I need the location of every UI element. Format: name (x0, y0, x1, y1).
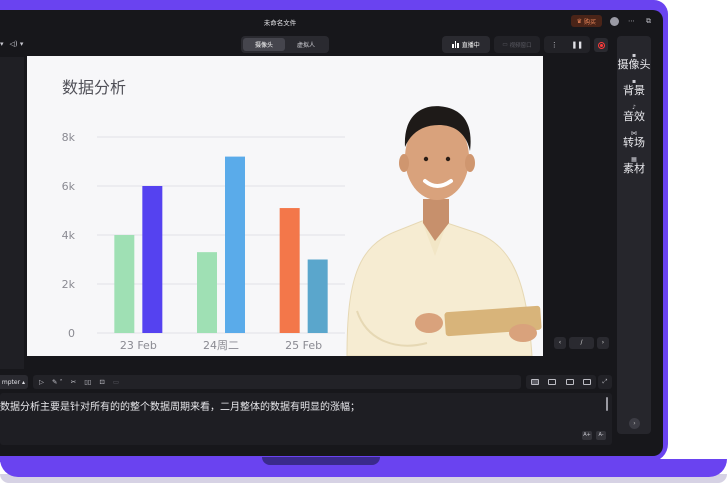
right-panel: ▪ 摄像头 ▪ 背景 ♪ 音效 ⋈ 转场 ▦ 素材 › (617, 36, 651, 434)
page-navigator: ‹ / › (554, 337, 609, 349)
side-menu-camera[interactable]: ▪ 摄像头 (617, 53, 651, 72)
side-menu-label: 音效 (623, 110, 645, 123)
layout-switcher (526, 375, 596, 389)
side-menu-label: 背景 (623, 84, 645, 97)
x-tick-label: 24周二 (203, 339, 239, 352)
side-menu-transition[interactable]: ⋈ 转场 (617, 131, 651, 150)
chevron-down-icon[interactable]: ▾ (0, 40, 4, 48)
font-size-controls: A+ A- (582, 431, 606, 440)
chart-title: 数据分析 (62, 78, 127, 97)
window-restore-icon[interactable]: ⧉ (644, 17, 653, 26)
crop-icon[interactable]: ⊡ (99, 378, 104, 386)
pip-label: 视频窗口 (509, 42, 532, 49)
top-toolbar: ▾ ◁) ▾ 摄像头 虚拟人 直播中 ▭ 视频窗口 ⋮ ❚❚ (0, 36, 612, 58)
expand-icon[interactable]: ⤢ (598, 375, 612, 389)
speaker-icon[interactable]: ◁) ▾ (10, 40, 24, 48)
pip-icon: ▭ (502, 41, 508, 48)
chart-bar (114, 235, 135, 333)
y-tick-label: 6k (62, 180, 76, 193)
pointer-icon[interactable]: ▷ (39, 378, 44, 386)
layout-full-icon[interactable] (530, 379, 539, 385)
side-menu-label: 转场 (623, 136, 645, 149)
tab-virtual-human[interactable]: 虚拟人 (285, 38, 327, 51)
prev-page-button[interactable]: ‹ (554, 337, 566, 349)
crown-icon: ♛ (576, 17, 582, 25)
more-vertical-icon[interactable]: ⋮ (551, 41, 558, 49)
app-window: 未命名文件 ♛ 购买 ⋯ ⧉ ▾ ◁) ▾ 摄像头 虚拟人 直播中 ▭ 视频窗口… (0, 10, 663, 456)
pip-button[interactable]: ▭ 视频窗口 (494, 36, 540, 53)
prompter-label: mpter (1, 378, 21, 386)
avatar[interactable] (610, 16, 619, 26)
prompter-text-area[interactable]: 数据分析主要是针对所有的的整个数据周期来看，二月整体的数据有明显的涨幅； A+ … (0, 393, 612, 445)
record-button[interactable] (594, 38, 608, 52)
record-icon (597, 41, 605, 49)
laptop-notch (262, 457, 380, 465)
layout-split-icon[interactable] (548, 379, 557, 385)
title-bar-actions: ♛ 购买 ⋯ ⧉ (570, 15, 653, 27)
x-tick-label: 23 Feb (120, 339, 157, 352)
chart-bar (279, 208, 300, 333)
live-label: 直播中 (461, 42, 480, 49)
chart-bar (142, 186, 163, 333)
side-menu-assets[interactable]: ▦ 素材 (617, 157, 651, 176)
caret-up-icon: ▴ (20, 378, 25, 386)
live-button[interactable]: 直播中 (442, 36, 490, 53)
y-tick-label: 0 (68, 327, 75, 340)
y-tick-label: 4k (62, 229, 76, 242)
x-tick-label: 25 Feb (285, 339, 322, 352)
font-increase-button[interactable]: A+ (582, 431, 592, 440)
preview-canvas: 0 2k 4k 6k 8k 23 Feb 24周二 25 Feb 数据分析 (27, 56, 543, 356)
y-tick-label: 8k (62, 131, 76, 144)
title-bar: 未命名文件 ♛ 购买 ⋯ ⧉ (0, 10, 663, 34)
chart-bar (225, 156, 245, 333)
layout-pip-icon[interactable] (565, 379, 574, 385)
trash-icon[interactable]: ▭ (113, 378, 119, 386)
chart-bar (307, 259, 328, 333)
signal-bars-icon (452, 41, 459, 48)
side-menu-sound[interactable]: ♪ 音效 (617, 105, 651, 124)
chevron-right-icon[interactable]: › (629, 418, 640, 429)
prompter-toolbar: mpter ▴ ▷ ✎ ˄ ✂ ▯▯ ⊡ ▭ ⤢ (0, 373, 612, 391)
pause-icon[interactable]: ❚❚ (571, 41, 583, 49)
playback-controls: ⋮ ❚❚ (544, 36, 590, 53)
left-panel (0, 57, 24, 369)
presenter-image (346, 106, 542, 356)
vip-label: 购买 (583, 18, 596, 26)
next-page-button[interactable]: › (597, 337, 609, 349)
chart-bar (197, 252, 217, 333)
scissors-icon[interactable]: ✂ (71, 378, 76, 386)
y-tick-label: 2k (62, 278, 76, 291)
product-mockup: 未命名文件 ♛ 购买 ⋯ ⧉ ▾ ◁) ▾ 摄像头 虚拟人 直播中 ▭ 视频窗口… (0, 0, 727, 483)
tab-camera[interactable]: 摄像头 (243, 38, 285, 51)
prompter-script: 数据分析主要是针对所有的的整个数据周期来看，二月整体的数据有明显的涨幅； (0, 402, 360, 413)
more-icon[interactable]: ⋯ (627, 17, 636, 26)
vip-button[interactable]: ♛ 购买 (570, 15, 602, 27)
pen-icon[interactable]: ✎ ˄ (52, 378, 63, 386)
prompter-dropdown[interactable]: mpter ▴ (0, 375, 28, 389)
page-number-field[interactable]: / (569, 337, 594, 349)
layout-side-icon[interactable] (583, 379, 592, 385)
book-icon[interactable]: ▯▯ (84, 378, 91, 386)
source-tabs: 摄像头 虚拟人 (241, 36, 329, 53)
scrollbar[interactable] (606, 397, 608, 411)
drawing-tools: ▷ ✎ ˄ ✂ ▯▯ ⊡ ▭ (33, 375, 521, 389)
side-menu-background[interactable]: ▪ 背景 (617, 79, 651, 98)
font-decrease-button[interactable]: A- (596, 431, 606, 440)
window-title: 未命名文件 (263, 19, 297, 27)
side-menu-label: 素材 (623, 162, 645, 175)
audio-controls: ▾ ◁) ▾ (0, 40, 23, 48)
side-menu-label: 摄像头 (617, 58, 651, 71)
